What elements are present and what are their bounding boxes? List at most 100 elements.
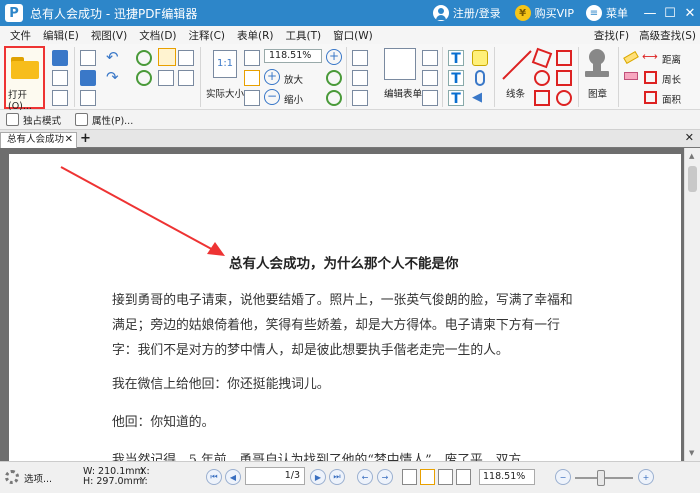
edit-form-icon[interactable] <box>384 48 416 80</box>
select-text-icon[interactable] <box>158 70 174 86</box>
zoom-slider-handle[interactable] <box>597 470 605 486</box>
menu-file[interactable]: 文件 <box>0 28 37 43</box>
export-icon[interactable] <box>52 90 68 106</box>
line-icon[interactable] <box>499 47 535 83</box>
redo-icon[interactable]: ↷ <box>106 70 122 86</box>
area-label[interactable]: 面积 <box>662 92 681 106</box>
underline-text-icon[interactable]: T <box>448 90 464 107</box>
maximize-button[interactable]: ☐ <box>660 0 680 26</box>
eraser-icon[interactable] <box>624 72 638 80</box>
status-zoom-out-icon[interactable]: − <box>555 469 571 485</box>
menu-view[interactable]: 视图(V) <box>85 28 133 43</box>
scroll-down-icon[interactable]: ▼ <box>689 449 694 457</box>
main-menu-button[interactable]: 菜单 <box>606 5 628 21</box>
open-button[interactable]: 打开(O)... <box>4 46 45 112</box>
hand-tool-icon[interactable] <box>158 48 176 66</box>
single-page-icon[interactable] <box>402 469 417 485</box>
actual-size-icon[interactable]: 1:1 <box>213 50 237 78</box>
tab-close-icon[interactable]: ✕ <box>65 133 73 147</box>
close-all-tabs-icon[interactable]: ✕ <box>685 131 694 144</box>
zoom-out-icon[interactable]: − <box>264 89 280 105</box>
fit-width-icon[interactable] <box>244 70 260 86</box>
ellipse-icon[interactable] <box>534 70 550 86</box>
prev-page-icon[interactable]: ◀ <box>225 469 241 485</box>
vip-icon[interactable]: ¥ <box>514 5 531 21</box>
distance-label[interactable]: 距离 <box>662 52 681 66</box>
document-viewport[interactable]: 总有人会成功，为什么那个人不能是你 接到勇哥的电子请柬，说他要结婚了。照片上，一… <box>0 148 684 461</box>
vertical-scrollbar[interactable]: ▲ ▼ <box>684 148 700 461</box>
fit-page-icon[interactable] <box>244 50 260 66</box>
pencil-icon[interactable] <box>623 50 639 65</box>
zoom-in-icon[interactable]: + <box>264 69 280 85</box>
undo-icon[interactable]: ↶ <box>106 50 122 66</box>
scrollbar-thumb[interactable] <box>688 166 697 192</box>
first-page-icon[interactable]: ⏮ <box>206 469 222 485</box>
menu-tools[interactable]: 工具(T) <box>280 28 328 43</box>
checkbox-field-icon[interactable] <box>422 70 438 86</box>
next-page-icon[interactable]: ▶ <box>310 469 326 485</box>
hamburger-icon[interactable]: ≡ <box>586 5 602 21</box>
select-area-icon[interactable] <box>178 70 194 86</box>
last-page-icon[interactable]: ⏭ <box>329 469 345 485</box>
polyline-icon[interactable] <box>556 70 572 86</box>
options-button[interactable]: 选项... <box>24 471 52 485</box>
perimeter-label[interactable]: 周长 <box>662 72 681 86</box>
facing-pages-icon[interactable] <box>438 469 453 485</box>
fit-visible-icon[interactable] <box>244 90 260 106</box>
continuous-page-icon[interactable] <box>420 469 435 485</box>
rectangle-icon[interactable] <box>534 90 550 106</box>
rotate-left-icon[interactable] <box>326 70 342 86</box>
advanced-search-button[interactable]: 高级查找(S) <box>639 28 696 43</box>
menu-form[interactable]: 表单(R) <box>231 28 280 43</box>
back-view-icon[interactable]: ← <box>357 469 373 485</box>
line-label[interactable]: 线条 <box>506 86 525 100</box>
polygon-icon[interactable] <box>556 50 572 66</box>
edit-content-icon[interactable] <box>352 50 368 66</box>
document-tab[interactable]: 总有人会成功 ✕ <box>0 132 77 148</box>
close-button[interactable]: ✕ <box>680 0 700 26</box>
buy-vip-link[interactable]: 购买VIP <box>535 5 574 21</box>
continuous-facing-icon[interactable] <box>456 469 471 485</box>
menu-comment[interactable]: 注释(C) <box>183 28 232 43</box>
zoom-plus-icon[interactable]: + <box>326 49 342 65</box>
menu-edit[interactable]: 编辑(E) <box>37 28 85 43</box>
print-icon[interactable] <box>52 70 68 86</box>
scan-icon[interactable] <box>80 70 96 86</box>
add-text-icon[interactable] <box>352 70 368 86</box>
sound-icon[interactable]: ◀ <box>472 90 488 106</box>
snapshot-icon[interactable] <box>178 50 194 66</box>
cloud-icon[interactable] <box>556 90 572 106</box>
forward-view-icon[interactable]: → <box>377 469 393 485</box>
email-icon[interactable] <box>80 50 96 66</box>
find-button[interactable]: 查找(F) <box>594 28 629 43</box>
attach-icon[interactable] <box>475 70 485 86</box>
stamp-label[interactable]: 图章 <box>588 86 607 100</box>
rotate-right-icon[interactable] <box>326 90 342 106</box>
status-zoom-select[interactable]: 118.51% <box>479 469 535 485</box>
status-zoom-in-icon[interactable]: + <box>638 469 654 485</box>
page-number-input[interactable]: 1/3 <box>245 467 305 485</box>
gear-icon[interactable] <box>5 470 19 484</box>
form-field-icon[interactable] <box>422 50 438 66</box>
properties-button[interactable]: 属性(P)... <box>75 113 133 127</box>
menu-document[interactable]: 文档(D) <box>133 28 182 43</box>
new-document-icon[interactable] <box>80 90 96 106</box>
note-icon[interactable] <box>472 50 488 66</box>
edit-form-label[interactable]: 编辑表单 <box>384 86 422 100</box>
menu-window[interactable]: 窗口(W) <box>327 28 379 43</box>
stamp-icon[interactable] <box>582 47 612 81</box>
pdf-page[interactable]: 总有人会成功，为什么那个人不能是你 接到勇哥的电子请柬，说他要结婚了。照片上，一… <box>9 154 681 461</box>
new-tab-button[interactable]: + <box>80 132 91 146</box>
area-icon[interactable] <box>644 91 657 104</box>
zoom-select[interactable]: 118.51% <box>264 49 322 63</box>
strikeout-text-icon[interactable]: T <box>448 70 464 87</box>
radio-field-icon[interactable] <box>422 90 438 106</box>
perimeter-icon[interactable] <box>644 71 657 84</box>
add-image-icon[interactable] <box>352 90 368 106</box>
red-arrow-annotation[interactable] <box>9 154 239 264</box>
next-view-icon[interactable] <box>136 70 152 86</box>
zoom-in-label[interactable]: 放大 <box>284 72 303 86</box>
distance-icon[interactable]: ⟷ <box>642 50 658 66</box>
scroll-up-icon[interactable]: ▲ <box>689 152 694 160</box>
previous-view-icon[interactable] <box>136 50 152 66</box>
